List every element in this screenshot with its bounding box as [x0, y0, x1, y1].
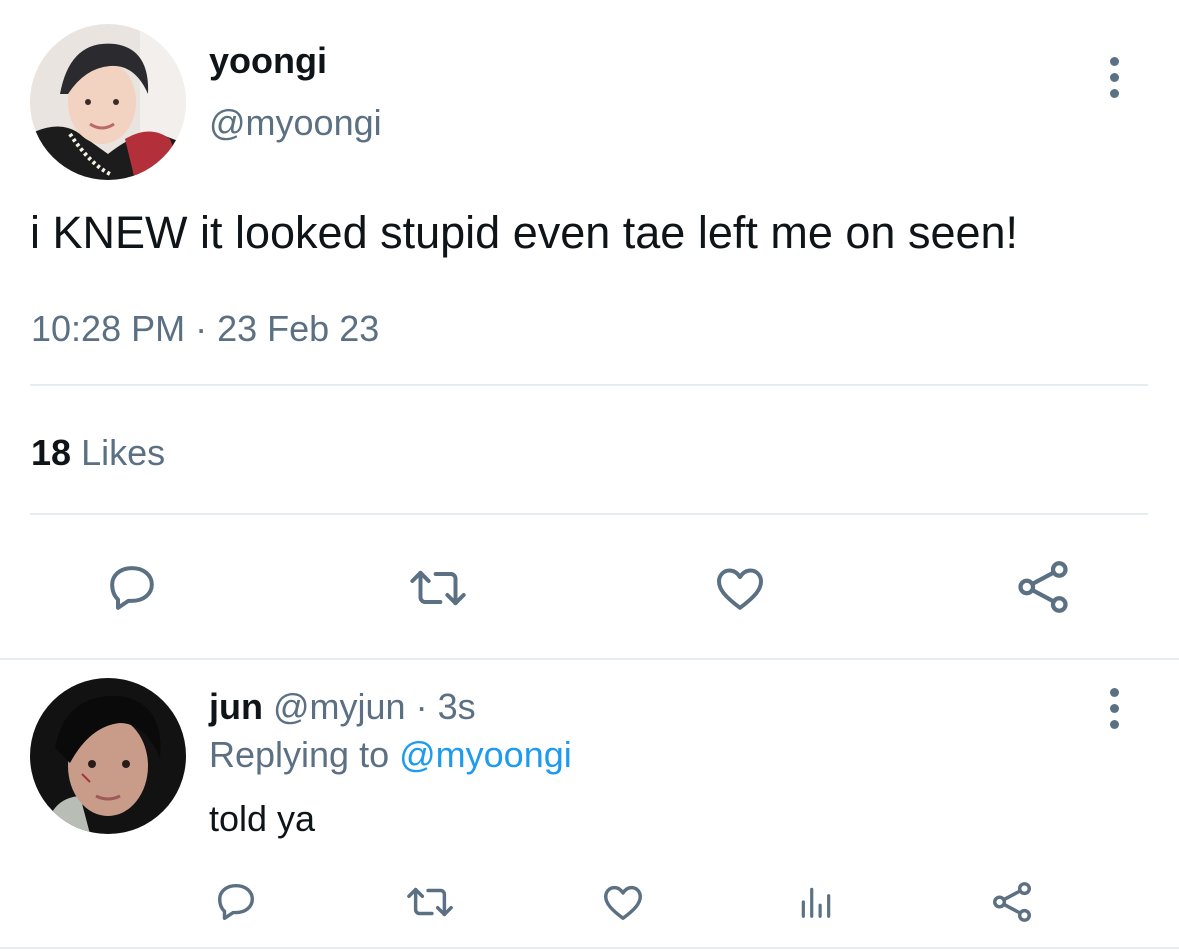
likes-number: 18: [31, 432, 72, 473]
retweet-icon[interactable]: [403, 558, 473, 618]
like-icon[interactable]: [710, 558, 770, 618]
likes-label: Likes: [81, 432, 166, 473]
reply-separator: ·: [415, 686, 428, 727]
reply-age[interactable]: 3s: [438, 686, 476, 727]
tweet-timestamp[interactable]: 10:28 PM · 23 Feb 23: [31, 308, 379, 350]
tweet-date: 23 Feb 23: [217, 308, 380, 349]
replying-to-handle[interactable]: @myoongi: [399, 734, 572, 775]
bottom-divider: [0, 947, 1179, 949]
section-divider: [0, 658, 1179, 660]
reply-author-avatar[interactable]: [30, 678, 186, 834]
divider: [30, 513, 1148, 515]
reply-text: told ya: [209, 798, 316, 839]
likes-count[interactable]: 18 Likes: [31, 432, 165, 474]
author-avatar[interactable]: [30, 24, 186, 180]
reply-more-options-icon[interactable]: [1104, 688, 1124, 729]
more-options-icon[interactable]: [1104, 57, 1124, 98]
reply-retweet-icon[interactable]: [402, 878, 458, 926]
reply-author-name[interactable]: jun: [209, 686, 263, 727]
tweet-time: 10:28 PM: [31, 308, 186, 349]
reply-icon[interactable]: [102, 558, 162, 618]
reply-share-icon[interactable]: [988, 878, 1036, 926]
divider: [30, 384, 1148, 386]
reply-author-handle[interactable]: @myjun: [273, 686, 406, 727]
author-handle[interactable]: @myoongi: [209, 102, 382, 144]
reply-analytics-icon[interactable]: [796, 880, 836, 924]
author-name[interactable]: yoongi: [209, 40, 327, 82]
share-icon[interactable]: [1012, 556, 1074, 618]
replying-to: Replying to @myoongi: [209, 734, 572, 776]
reply-header: jun @myjun · 3s: [209, 686, 476, 728]
reply-like-icon[interactable]: [599, 878, 647, 926]
reply-reply-icon[interactable]: [212, 878, 260, 926]
replying-to-label: Replying to: [209, 734, 390, 775]
timestamp-separator: ·: [195, 308, 208, 349]
tweet-text: i KNEW it looked stupid even tae left me…: [30, 207, 1019, 258]
